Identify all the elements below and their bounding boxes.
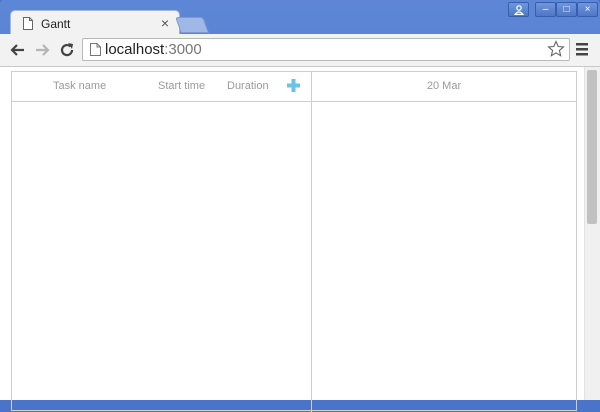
address-bar[interactable]: localhost:3000 <box>82 38 570 61</box>
forward-arrow-icon[interactable] <box>32 40 52 60</box>
tab-strip: Gantt × – □ × <box>0 0 600 36</box>
url-port: :3000 <box>164 41 202 58</box>
tab-title: Gantt <box>41 17 71 31</box>
profile-button[interactable] <box>508 2 529 17</box>
star-icon[interactable] <box>547 40 565 58</box>
profile-icon <box>513 5 524 16</box>
url-host: localhost <box>105 41 165 58</box>
column-task-name[interactable]: Task name <box>53 80 106 92</box>
close-window-button[interactable]: × <box>577 2 598 17</box>
gantt-chart: Task name Start time Duration 20 Mar <box>11 71 577 412</box>
minimize-button[interactable]: – <box>535 2 556 17</box>
reload-icon[interactable] <box>57 40 77 60</box>
page-icon <box>23 17 33 30</box>
new-tab-button[interactable] <box>175 17 209 33</box>
scrollbar-thumb[interactable] <box>587 70 597 224</box>
page-viewport: Task name Start time Duration 20 Mar <box>0 67 600 412</box>
scale-date-label: 20 Mar <box>426 80 462 92</box>
tab-gantt[interactable]: Gantt × <box>10 10 180 36</box>
column-duration[interactable]: Duration <box>227 80 269 92</box>
page-icon <box>90 43 101 56</box>
menu-icon[interactable] <box>575 41 589 57</box>
tab-close-icon[interactable]: × <box>161 14 169 32</box>
url-text: localhost:3000 <box>105 41 202 58</box>
grid-header: Task name Start time Duration <box>12 72 312 102</box>
back-arrow-icon[interactable] <box>8 40 28 60</box>
plus-icon[interactable] <box>287 79 300 92</box>
grid-scale-divider[interactable] <box>311 72 312 412</box>
column-start-time[interactable]: Start time <box>158 80 205 92</box>
maximize-button[interactable]: □ <box>556 2 577 17</box>
browser-window: Gantt × – □ × localhost:3000 Task name S… <box>0 0 600 412</box>
vertical-scrollbar[interactable] <box>584 67 600 400</box>
timeline-header: 20 Mar <box>312 72 576 102</box>
browser-toolbar: localhost:3000 <box>0 34 600 67</box>
